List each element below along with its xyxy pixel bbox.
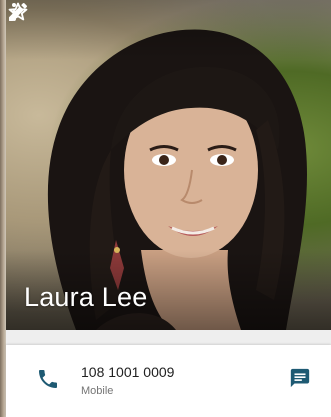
phone-number[interactable]: 108 1001 0009 <box>81 364 174 380</box>
contact-name: Laura Lee <box>24 282 148 312</box>
phone-icon[interactable] <box>36 367 60 391</box>
message-icon[interactable] <box>289 367 311 389</box>
phone-entry-card[interactable]: 108 1001 0009 Mobile <box>6 345 331 417</box>
contact-photo: Laura Lee <box>6 0 331 330</box>
more-vert-icon[interactable] <box>6 0 22 24</box>
phone-type-label: Mobile <box>81 385 114 397</box>
photo-top-scrim <box>6 0 331 60</box>
contact-detail-screen: Laura Lee 108 1001 0009 Mobile <box>0 0 331 417</box>
